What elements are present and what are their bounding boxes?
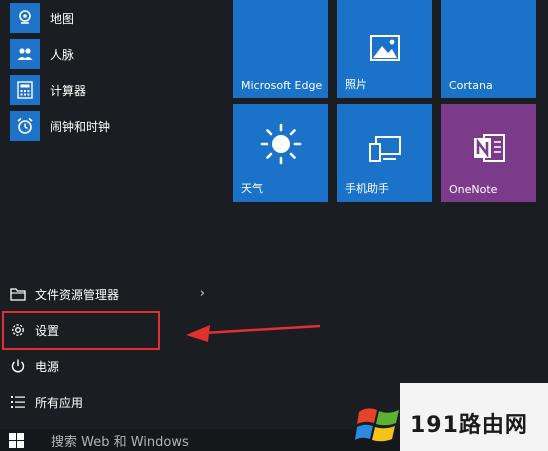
tile-label: 照片	[345, 78, 367, 91]
tile-onenote[interactable]: OneNote	[441, 104, 536, 202]
list-icon	[9, 393, 27, 411]
watermark-text: 191路由网	[410, 413, 528, 438]
onenote-icon	[441, 104, 536, 174]
tile-microsoft-edge[interactable]: Microsoft Edge	[233, 0, 328, 98]
start-menu-left-pane: 地图 人脉 计算器 闹钟和时钟 文件资源管理器 › 设置 电源 所有应用	[0, 0, 225, 451]
phone-companion-icon	[337, 104, 432, 174]
power-icon	[9, 357, 27, 375]
file-explorer-label: 文件资源管理器	[35, 287, 120, 302]
tile-photos[interactable]: 照片	[337, 0, 432, 98]
power-item[interactable]: 电源	[0, 349, 225, 383]
windows-start-icon[interactable]	[9, 433, 24, 448]
tile-phone-companion[interactable]: 手机助手	[337, 104, 432, 202]
alarm-clock-icon	[10, 111, 40, 141]
tile-cortana[interactable]: Cortana	[441, 0, 536, 98]
app-item-maps[interactable]: 地图	[0, 0, 225, 36]
all-apps-label: 所有应用	[35, 395, 84, 410]
tile-weather[interactable]: 天气	[233, 104, 328, 202]
app-label: 地图	[50, 11, 75, 26]
annotation-arrow	[186, 324, 321, 342]
maps-icon	[10, 3, 40, 33]
windows-logo-watermark	[355, 408, 399, 442]
app-label: 人脉	[50, 47, 75, 62]
tile-label: Cortana	[449, 79, 493, 92]
people-icon	[10, 39, 40, 69]
settings-highlight-box	[2, 311, 160, 350]
weather-sun-icon	[233, 104, 328, 174]
calculator-icon	[10, 75, 40, 105]
photos-icon	[337, 0, 432, 70]
tile-label: OneNote	[449, 183, 498, 196]
power-label: 电源	[35, 359, 60, 374]
tile-label: Microsoft Edge	[241, 79, 323, 92]
tile-label: 手机助手	[345, 182, 389, 195]
app-item-people[interactable]: 人脉	[0, 36, 225, 72]
app-label: 闹钟和时钟	[50, 119, 111, 134]
app-item-calculator[interactable]: 计算器	[0, 72, 225, 108]
file-explorer-item[interactable]: 文件资源管理器 ›	[0, 277, 225, 311]
app-label: 计算器	[50, 83, 87, 98]
tile-label: 天气	[241, 182, 263, 195]
folder-icon	[9, 285, 27, 303]
all-apps-item[interactable]: 所有应用	[0, 385, 225, 419]
chevron-right-icon[interactable]: ›	[200, 286, 205, 301]
app-item-alarms[interactable]: 闹钟和时钟	[0, 108, 225, 144]
taskbar-search-box[interactable]: 搜索 Web 和 Windows	[51, 431, 189, 450]
